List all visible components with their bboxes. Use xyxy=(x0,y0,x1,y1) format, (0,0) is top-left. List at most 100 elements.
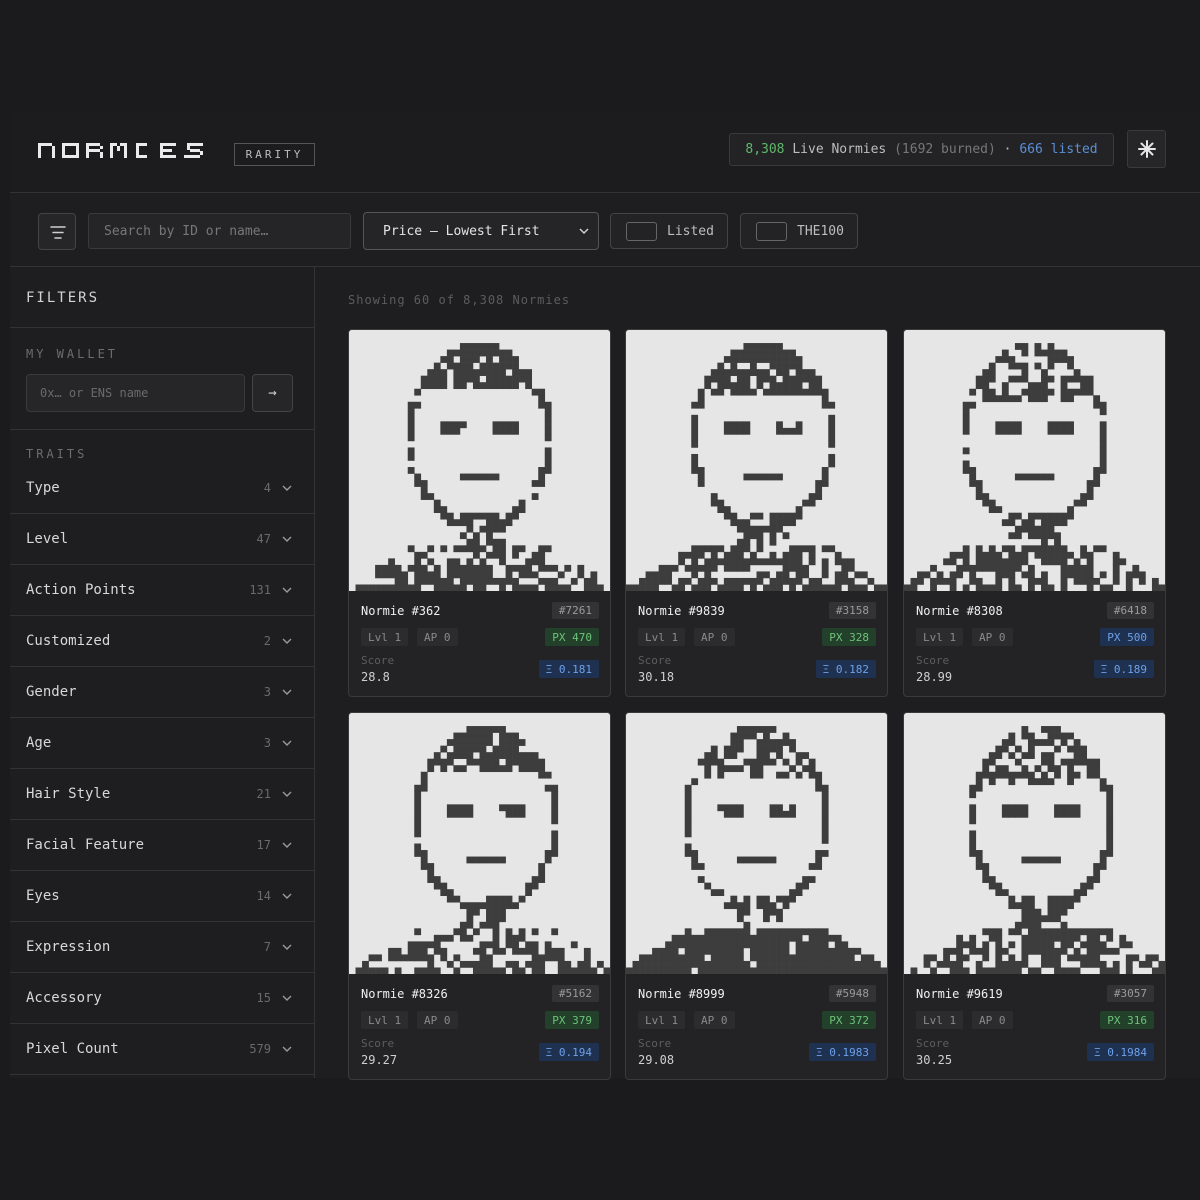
trait-name: Facial Feature xyxy=(26,837,145,853)
search-input[interactable] xyxy=(88,213,351,249)
the100-label: THE100 xyxy=(797,223,844,239)
score-value: 29.08 xyxy=(638,1053,675,1067)
pixel-count-badge: PX 379 xyxy=(545,1011,599,1029)
trait-filter-pixel-count[interactable]: Pixel Count 579 xyxy=(10,1024,315,1075)
trait-count: 17 xyxy=(256,838,271,852)
score-value: 30.25 xyxy=(916,1053,953,1067)
filter-lines-icon xyxy=(50,226,66,239)
pixel-count-badge: PX 372 xyxy=(822,1011,876,1029)
trait-count: 15 xyxy=(256,991,271,1005)
normie-pixel-portrait[interactable] xyxy=(626,713,887,974)
live-label: Live Normies xyxy=(784,142,895,157)
trait-filter-accessory[interactable]: Accessory 15 xyxy=(10,973,315,1024)
rank-badge: #3057 xyxy=(1106,985,1154,1002)
sort-select[interactable]: Price — Lowest First xyxy=(363,212,599,250)
price-badge[interactable]: Ξ 0.1984 xyxy=(1087,1043,1154,1061)
chevron-down-icon xyxy=(282,944,292,950)
chevron-down-icon xyxy=(282,587,292,593)
trait-count: 14 xyxy=(256,889,271,903)
normie-pixel-portrait[interactable] xyxy=(626,330,887,591)
trait-name: Type xyxy=(26,480,60,496)
trait-filter-type[interactable]: Type 4 xyxy=(10,463,315,514)
score-label: Score xyxy=(361,654,395,667)
filters-title: FILTERS xyxy=(26,290,100,306)
listed-label: Listed xyxy=(667,223,714,239)
trait-count: 2 xyxy=(263,634,271,648)
trait-count: 21 xyxy=(256,787,271,801)
price-badge[interactable]: Ξ 0.194 xyxy=(538,1043,599,1061)
price-badge[interactable]: Ξ 0.181 xyxy=(538,660,599,678)
pixel-count-badge: PX 470 xyxy=(545,628,599,646)
chevron-down-icon xyxy=(282,995,292,1001)
normies-logo[interactable] xyxy=(38,139,216,165)
chevron-down-icon xyxy=(282,893,292,899)
price-badge[interactable]: Ξ 0.182 xyxy=(815,660,876,678)
action-points-badge: AP 0 xyxy=(972,1011,1013,1029)
live-count: 8,308 xyxy=(745,142,785,157)
wallet-address-input[interactable] xyxy=(26,374,245,412)
listed-checkbox[interactable] xyxy=(626,221,657,241)
trait-count: 7 xyxy=(263,940,271,954)
trait-name: Hair Style xyxy=(26,786,111,802)
normie-name: Normie #9619 xyxy=(916,987,1003,1001)
trait-count: 47 xyxy=(256,532,271,546)
normie-card[interactable]: Normie #8308 #6418 Lvl 1 AP 0 PX 500 Score 28.… xyxy=(903,329,1166,697)
action-points-badge: AP 0 xyxy=(417,628,458,646)
rank-badge: #5162 xyxy=(551,985,599,1002)
normie-card[interactable]: Normie #9619 #3057 Lvl 1 AP 0 PX 316 Score 30.… xyxy=(903,712,1166,1080)
normie-name: Normie #8308 xyxy=(916,604,1003,618)
normie-card[interactable]: Normie #8326 #5162 Lvl 1 AP 0 PX 379 Score 29.… xyxy=(348,712,611,1080)
trait-count: 4 xyxy=(263,481,271,495)
listed-toggle[interactable]: Listed xyxy=(610,213,728,249)
trait-filter-facial-feature[interactable]: Facial Feature 17 xyxy=(10,820,315,871)
price-badge[interactable]: Ξ 0.1983 xyxy=(809,1043,876,1061)
chevron-down-icon xyxy=(282,689,292,695)
price-badge[interactable]: Ξ 0.189 xyxy=(1093,660,1154,678)
pixel-count-badge: PX 328 xyxy=(822,628,876,646)
trait-filter-action-points[interactable]: Action Points 131 xyxy=(10,565,315,616)
trait-filter-expression[interactable]: Expression 7 xyxy=(10,922,315,973)
wallet-submit-button[interactable]: → xyxy=(252,374,293,412)
filters-sidebar: FILTERS MY WALLET → TRAITS Type 4 Level 47 A… xyxy=(10,267,315,1078)
trait-filter-age[interactable]: Age 3 xyxy=(10,718,315,769)
normie-name: Normie #362 xyxy=(361,604,441,618)
rank-badge: #6418 xyxy=(1106,602,1154,619)
action-points-badge: AP 0 xyxy=(417,1011,458,1029)
trait-filter-eyes[interactable]: Eyes 14 xyxy=(10,871,315,922)
score-label: Score xyxy=(638,654,672,667)
normie-pixel-portrait[interactable] xyxy=(349,330,610,591)
normie-pixel-portrait[interactable] xyxy=(349,713,610,974)
normie-card[interactable]: Normie #9839 #3158 Lvl 1 AP 0 PX 328 Score 30.… xyxy=(625,329,888,697)
rank-badge: #3158 xyxy=(828,602,876,619)
trait-name: Customized xyxy=(26,633,111,649)
score-value: 28.8 xyxy=(361,670,390,684)
level-badge: Lvl 1 xyxy=(638,628,686,646)
sparkle-button[interactable] xyxy=(1127,130,1166,168)
chevron-down-icon xyxy=(282,638,292,644)
pixel-count-badge: PX 316 xyxy=(1100,1011,1154,1029)
trait-filter-customized[interactable]: Customized 2 xyxy=(10,616,315,667)
level-badge: Lvl 1 xyxy=(916,628,964,646)
trait-filter-hair-style[interactable]: Hair Style 21 xyxy=(10,769,315,820)
normie-card[interactable]: Normie #362 #7261 Lvl 1 AP 0 PX 470 Score 28.8… xyxy=(348,329,611,697)
divider xyxy=(10,327,315,328)
level-badge: Lvl 1 xyxy=(638,1011,686,1029)
listed-count[interactable]: 666 listed xyxy=(1019,142,1097,157)
burned-count: (1692 burned) xyxy=(894,142,996,157)
chevron-down-icon xyxy=(579,228,589,235)
normie-pixel-portrait[interactable] xyxy=(904,330,1165,591)
trait-filter-level[interactable]: Level 47 xyxy=(10,514,315,565)
chevron-down-icon xyxy=(282,1046,292,1052)
the100-toggle[interactable]: THE100 xyxy=(740,213,858,249)
filter-toggle-button[interactable] xyxy=(38,213,76,250)
wallet-label: MY WALLET xyxy=(26,347,119,361)
normie-name: Normie #9839 xyxy=(638,604,725,618)
score-value: 30.18 xyxy=(638,670,675,684)
rank-badge: #7261 xyxy=(551,602,599,619)
chevron-down-icon xyxy=(282,791,292,797)
toolbar: Price — Lowest First Listed THE100 xyxy=(10,194,1200,267)
normie-pixel-portrait[interactable] xyxy=(904,713,1165,974)
normie-card[interactable]: Normie #8999 #5948 Lvl 1 AP 0 PX 372 Score 29.… xyxy=(625,712,888,1080)
trait-filter-gender[interactable]: Gender 3 xyxy=(10,667,315,718)
the100-checkbox[interactable] xyxy=(756,221,787,241)
